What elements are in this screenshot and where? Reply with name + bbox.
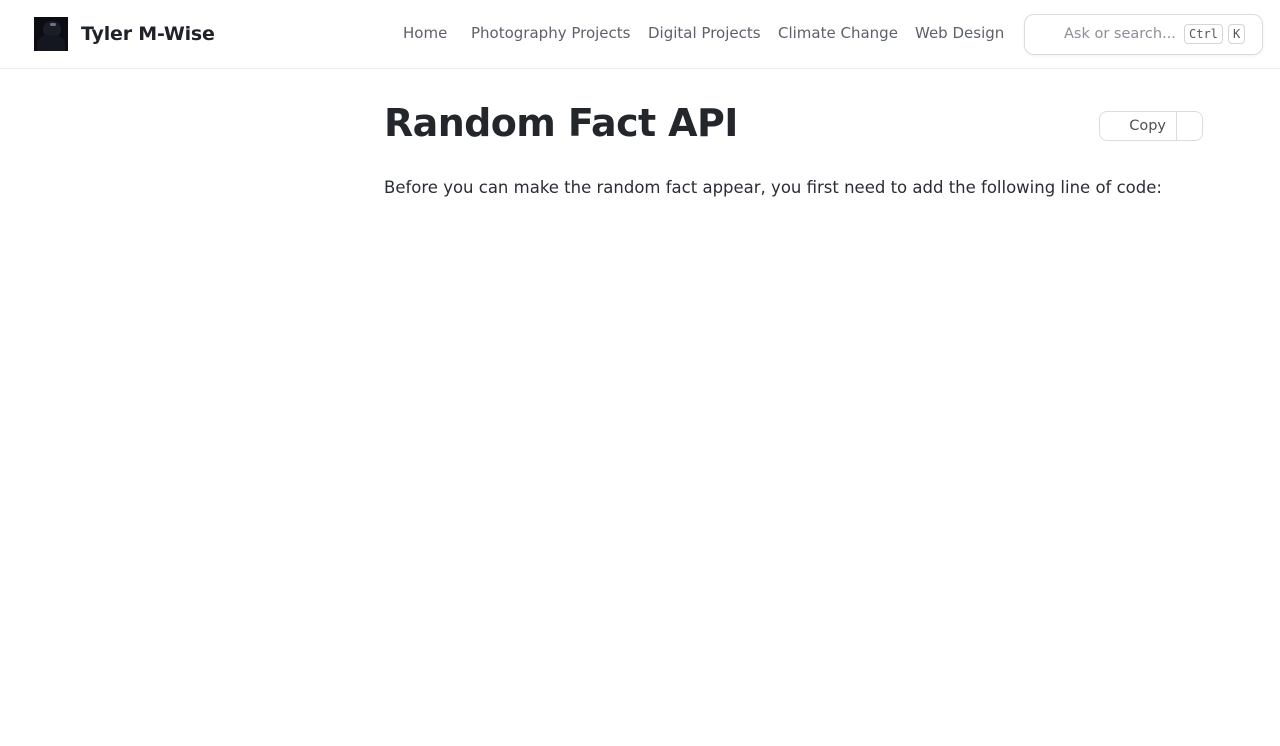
copy-icon bbox=[1112, 120, 1124, 133]
search-input[interactable]: Ask or search... Ctrl K bbox=[1024, 14, 1263, 55]
brand-name: Tyler M-Wise bbox=[81, 23, 215, 45]
brand-link[interactable]: Tyler M-Wise bbox=[34, 17, 215, 51]
avatar bbox=[34, 17, 68, 51]
nav-digital-projects[interactable]: Digital Projects bbox=[648, 24, 761, 42]
copy-button-label: Copy bbox=[1129, 118, 1166, 134]
nav-home[interactable]: Home bbox=[403, 24, 447, 42]
top-bar: Tyler M-Wise Home Photography Projects D… bbox=[0, 0, 1280, 69]
nav-web-design[interactable]: Web Design bbox=[915, 24, 1004, 42]
nav-climate-change[interactable]: Climate Change bbox=[778, 24, 898, 42]
page-title: Random Fact API bbox=[384, 101, 738, 145]
copy-button[interactable]: Copy bbox=[1100, 112, 1177, 140]
search-placeholder: Ask or search... bbox=[1064, 26, 1176, 42]
copy-page-control: Copy bbox=[1099, 111, 1203, 141]
shortcut-key-k: K bbox=[1228, 24, 1246, 44]
intro-paragraph: Before you can make the random fact appe… bbox=[384, 178, 1162, 197]
copy-options-dropdown[interactable] bbox=[1177, 112, 1202, 140]
nav-photography-projects[interactable]: Photography Projects bbox=[471, 24, 630, 42]
shortcut-key-ctrl: Ctrl bbox=[1184, 24, 1223, 44]
search-icon bbox=[1041, 27, 1056, 42]
